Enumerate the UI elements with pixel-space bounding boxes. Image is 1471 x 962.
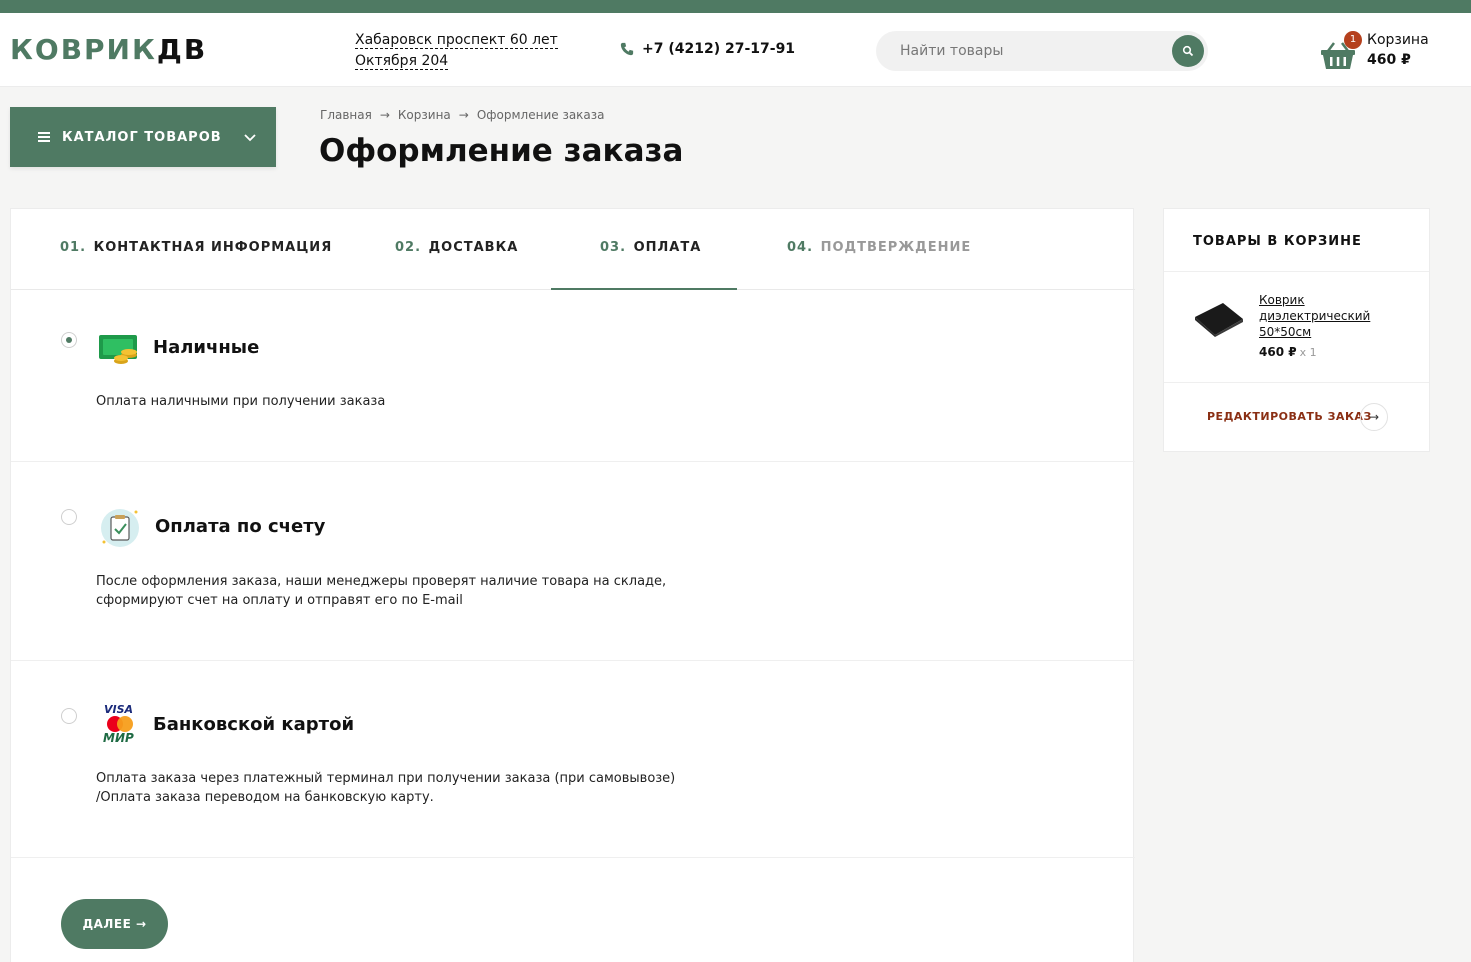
cart-summary-title: ТОВАРЫ В КОРЗИНЕ (1193, 234, 1362, 249)
search-button[interactable] (1172, 35, 1204, 67)
payment-title-invoice: Оплата по счету (155, 516, 326, 537)
next-button[interactable]: ДАЛЕЕ → (61, 899, 168, 949)
site-logo[interactable]: КОВРИКДВ (10, 35, 207, 65)
product-name-link[interactable]: Коврик диэлектрический 50*50см (1259, 292, 1399, 340)
step-contact-info[interactable]: 01. КОНТАКТНАЯ ИНФОРМАЦИЯ (60, 240, 332, 255)
store-address[interactable]: Хабаровск проспект 60 лет Октября 204 (355, 30, 558, 72)
search-icon (1182, 45, 1194, 57)
address-line-1: Хабаровск проспект 60 лет (355, 32, 558, 49)
product-quantity: x 1 (1299, 346, 1317, 359)
breadcrumb-separator: → (379, 108, 390, 122)
payment-title-cash: Наличные (153, 337, 260, 358)
payment-desc-invoice-line2: сформируют счет на оплату и отправят его… (96, 593, 463, 608)
site-header: КОВРИКДВ Хабаровск проспект 60 лет Октяб… (0, 13, 1471, 87)
page-title: Оформление заказа (319, 133, 684, 169)
payment-title-card: Банковской картой (153, 714, 355, 735)
payment-option-invoice[interactable]: Оплата по счету После оформления заказа,… (11, 462, 1135, 661)
radio-card[interactable] (61, 708, 77, 724)
search-box (876, 31, 1208, 71)
payment-desc-cash: Оплата наличными при получении заказа (96, 394, 386, 409)
radio-invoice[interactable] (61, 509, 77, 525)
address-line-2: Октября 204 (355, 53, 449, 70)
payment-desc-invoice-line1: После оформления заказа, наши менеджеры … (96, 574, 667, 589)
arrow-right-icon[interactable]: → (1360, 403, 1388, 431)
product-image[interactable] (1193, 301, 1245, 337)
catalog-label: КАТАЛОГ ТОВАРОВ (62, 129, 222, 145)
cart-label: Корзина (1367, 32, 1429, 48)
step-payment[interactable]: 03. ОПЛАТА (600, 240, 701, 255)
mir-logo: МИР (103, 731, 134, 745)
checkout-steps: 01. КОНТАКТНАЯ ИНФОРМАЦИЯ 02. ДОСТАВКА 0… (11, 209, 1135, 290)
checkout-card: 01. КОНТАКТНАЯ ИНФОРМАЦИЯ 02. ДОСТАВКА 0… (10, 208, 1135, 962)
breadcrumb-cart[interactable]: Корзина (398, 108, 451, 122)
breadcrumb-home[interactable]: Главная (320, 108, 372, 122)
step-delivery[interactable]: 02. ДОСТАВКА (395, 240, 518, 255)
phone-number: +7 (4212) 27-17-91 (642, 41, 796, 57)
divider (1164, 382, 1429, 383)
breadcrumb-separator: → (458, 108, 469, 122)
breadcrumb-current: Оформление заказа (476, 108, 605, 122)
step-confirmation: 04. ПОДТВЕРЖДЕНИЕ (787, 240, 972, 255)
edit-order-link[interactable]: РЕДАКТИРОВАТЬ ЗАКАЗ (1207, 410, 1372, 423)
phone-icon (620, 42, 634, 56)
card-icon: VISA МИР (102, 703, 138, 745)
phone-link[interactable]: +7 (4212) 27-17-91 (620, 41, 795, 57)
search-input[interactable] (900, 41, 1160, 61)
catalog-button[interactable]: КАТАЛОГ ТОВАРОВ (10, 107, 276, 167)
top-accent-bar (0, 0, 1471, 13)
divider (1164, 271, 1429, 272)
payment-option-card[interactable]: VISA МИР Банковской картой Оплата заказа… (11, 661, 1135, 858)
cart-summary-card: ТОВАРЫ В КОРЗИНЕ Коврик диэлектрический … (1163, 208, 1430, 452)
product-price: 460 ₽ x 1 (1259, 345, 1317, 359)
cart-count-badge: 1 (1344, 31, 1362, 49)
payment-desc-card-line2: /Оплата заказа переводом на банковскую к… (96, 790, 434, 805)
chevron-down-icon (244, 134, 256, 142)
radio-cash[interactable] (61, 332, 77, 348)
breadcrumb: Главная → Корзина → Оформление заказа (320, 108, 605, 122)
invoice-icon (101, 509, 139, 547)
menu-icon (38, 130, 50, 144)
cash-icon (99, 335, 137, 364)
payment-option-cash[interactable]: Наличные Оплата наличными при получении … (11, 290, 1135, 462)
cart-sum: 460 ₽ (1367, 52, 1411, 68)
payment-desc-card-line1: Оплата заказа через платежный терминал п… (96, 771, 676, 786)
